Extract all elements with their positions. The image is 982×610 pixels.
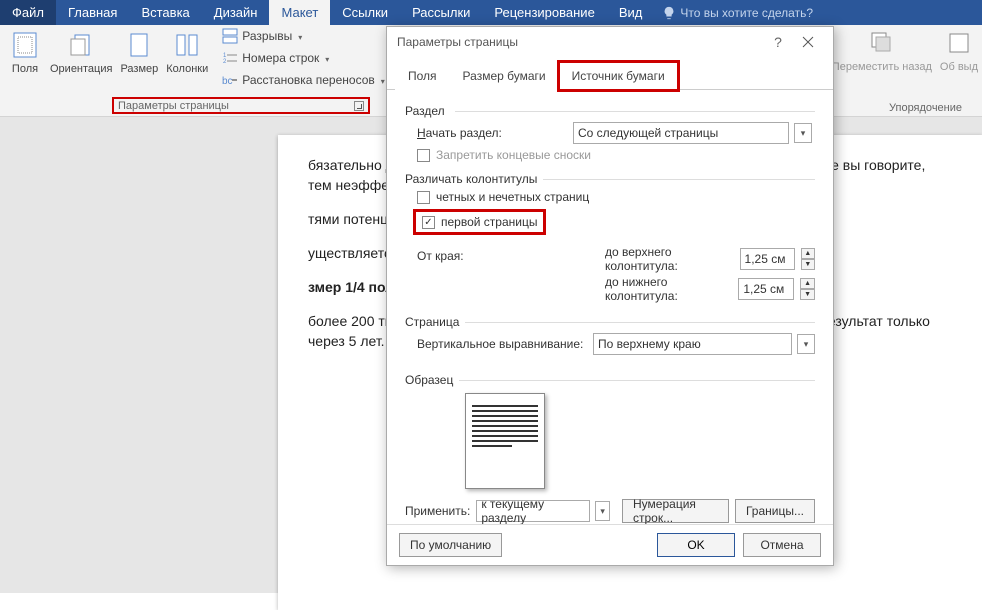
ribbon-tabs: Файл Главная Вставка Дизайн Макет Ссылки… [0,0,982,25]
close-icon [802,36,814,48]
dialog-titlebar[interactable]: Параметры страницы ? [387,27,833,57]
footer-distance-input[interactable]: 1,25 см [738,278,794,300]
svg-text:2: 2 [223,59,227,65]
header-spin-up[interactable]: ▲ [801,248,815,259]
hyphenation-button[interactable]: bc Расстановка переносов [220,71,387,89]
header-distance-value: 1,25 см [745,252,786,266]
apply-to-combo[interactable]: к текущему разделу [476,500,590,522]
apply-to-combo-arrow[interactable]: ▾ [595,501,610,521]
vertical-align-value: По верхнему краю [598,337,701,351]
columns-icon [171,29,203,61]
suppress-endnotes-checkbox[interactable] [417,149,430,162]
cancel-button[interactable]: Отмена [743,533,821,557]
section-start-value: Со следующей страницы [578,126,718,140]
footer-distance-label: до нижнего колонтитула: [605,275,732,303]
section-start-combo[interactable]: Со следующей страницы [573,122,789,144]
line-numbers-icon: 12 [222,50,238,66]
header-spin-down[interactable]: ▼ [801,259,815,270]
hyphenation-label: Расстановка переносов [242,73,375,87]
preview-group-label: Образец [405,373,815,387]
section-start-label: Начать раздел: [417,126,567,140]
dialog-launcher-icon[interactable] [354,101,364,111]
suppress-endnotes-label: Запретить концевые сноски [436,148,591,162]
set-default-button[interactable]: По умолчанию [399,533,502,557]
breaks-label: Разрывы [242,29,292,43]
dialog-footer: По умолчанию OK Отмена [387,524,833,565]
tab-design[interactable]: Дизайн [202,0,270,25]
tell-me-box[interactable]: Что вы хотите сделать? [662,0,813,25]
first-page-checkbox[interactable] [422,216,435,229]
first-page-highlight: первой страницы [413,209,546,235]
dialog-tab-paper[interactable]: Размер бумаги [450,62,559,90]
dialog-tab-margins[interactable]: Поля [395,62,450,90]
first-page-label: первой страницы [441,215,537,229]
section-start-combo-arrow[interactable]: ▾ [794,123,812,143]
odd-even-label: четных и нечетных страниц [436,190,589,204]
section-group-label: Раздел [405,104,815,118]
tab-file[interactable]: Файл [0,0,56,25]
header-distance-input[interactable]: 1,25 см [740,248,795,270]
arrange-group-caption: Упорядочение [889,102,962,114]
margins-label: Поля [12,63,38,76]
dialog-tab-layout[interactable]: Источник бумаги [559,62,678,90]
size-icon [123,29,155,61]
page-setup-group-caption[interactable]: Параметры страницы [112,97,370,114]
footer-spin-up[interactable]: ▲ [800,278,815,289]
size-label: Размер [120,63,158,76]
hyphenation-icon: bc [222,72,238,88]
selection-pane-label: Об выд [940,61,978,74]
apply-to-label: Применить: [405,504,470,518]
size-button[interactable]: Размер [116,27,162,78]
tab-view[interactable]: Вид [607,0,655,25]
footer-spin-down[interactable]: ▼ [800,289,815,300]
columns-label: Колонки [166,63,208,76]
headers-footers-group-label: Различать колонтитулы [405,172,815,186]
send-backward-label: Переместить назад [832,61,932,74]
ok-button[interactable]: OK [657,533,735,557]
breaks-button[interactable]: Разрывы [220,27,387,45]
selection-pane-icon [943,27,975,59]
orientation-icon [65,29,97,61]
tab-insert[interactable]: Вставка [129,0,201,25]
tab-references[interactable]: Ссылки [330,0,400,25]
breaks-icon [222,28,238,44]
dialog-help-button[interactable]: ? [763,30,793,54]
orientation-button[interactable]: Ориентация [46,27,116,78]
tell-me-text: Что вы хотите сделать? [680,6,813,20]
page-setup-caption-text: Параметры страницы [118,100,229,112]
lightbulb-icon [662,6,676,20]
borders-dialog-button[interactable]: Границы... [735,499,815,523]
from-edge-label: От края: [417,249,605,263]
svg-text:bc: bc [222,76,233,87]
dialog-close-button[interactable] [793,30,823,54]
tab-review[interactable]: Рецензирование [482,0,606,25]
columns-button[interactable]: Колонки [162,27,212,78]
odd-even-checkbox[interactable] [417,191,430,204]
margins-icon [9,29,41,61]
tab-layout[interactable]: Макет [269,0,330,25]
page-group-label: Страница [405,315,815,329]
footer-distance-value: 1,25 см [743,282,784,296]
dialog-body: Раздел Начать раздел: Со следующей стран… [387,90,833,524]
tab-mailings[interactable]: Рассылки [400,0,482,25]
vertical-align-combo[interactable]: По верхнему краю [593,333,792,355]
vertical-align-label: Вертикальное выравнивание: [417,337,587,351]
dialog-tabs: Поля Размер бумаги Источник бумаги [387,61,833,90]
apply-to-value: к текущему разделу [481,497,585,524]
line-numbers-button[interactable]: 12 Номера строк [220,49,387,67]
page-setup-dialog: Параметры страницы ? Поля Размер бумаги … [386,26,834,566]
preview-thumbnail [465,393,545,489]
orientation-label: Ориентация [50,63,112,76]
line-numbers-label: Номера строк [242,51,319,65]
line-numbers-dialog-button[interactable]: Нумерация строк... [622,499,729,523]
send-backward-icon [866,27,898,59]
vertical-align-combo-arrow[interactable]: ▾ [797,334,815,354]
header-distance-label: до верхнего колонтитула: [605,245,734,273]
margins-button[interactable]: Поля [4,27,46,78]
tab-home[interactable]: Главная [56,0,129,25]
dialog-title: Параметры страницы [397,35,763,49]
